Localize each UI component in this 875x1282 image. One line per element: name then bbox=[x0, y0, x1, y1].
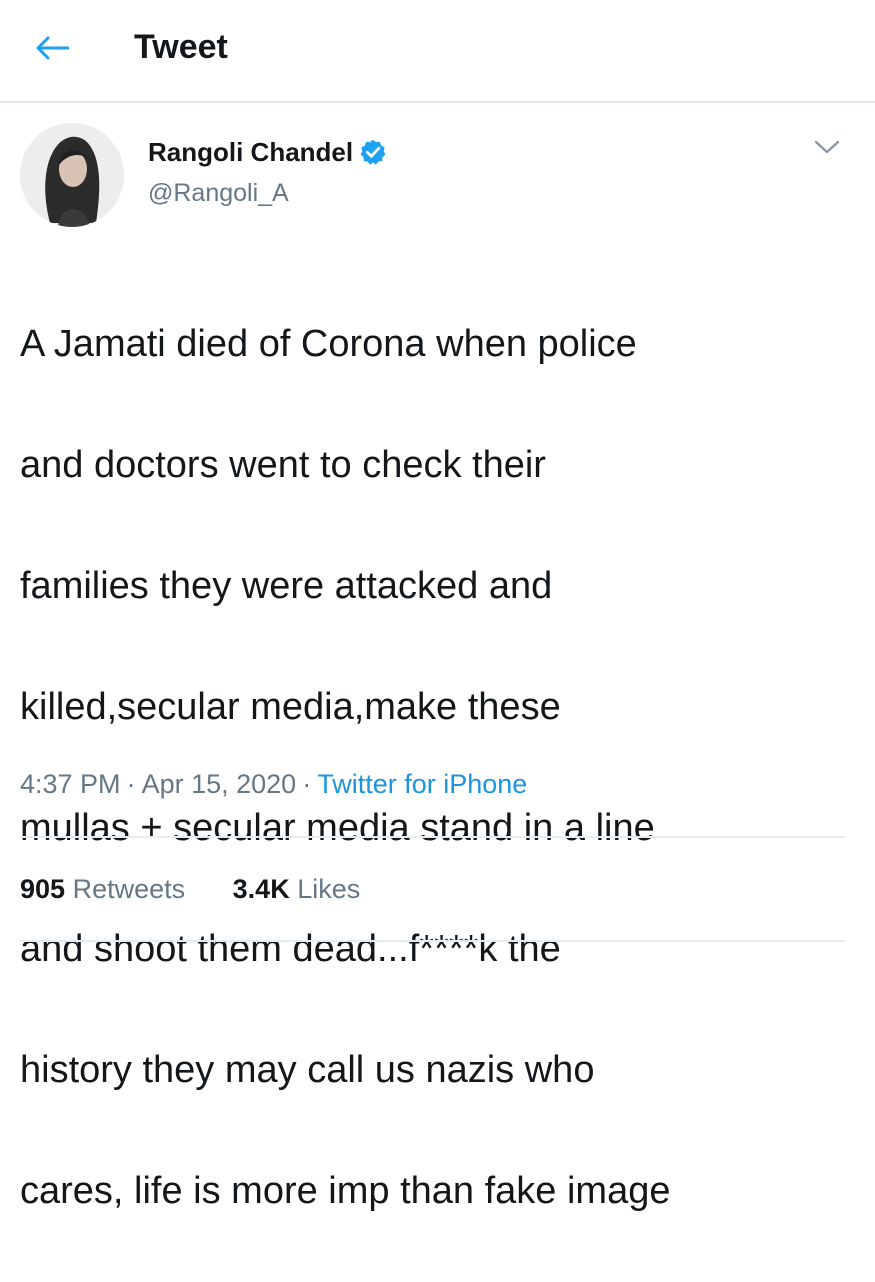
top-bar: Tweet bbox=[0, 0, 875, 103]
tweet-stats: 905 Retweets 3.4K Likes bbox=[20, 870, 360, 908]
retweets-stat[interactable]: 905 Retweets bbox=[20, 870, 185, 908]
meta-separator: · bbox=[302, 769, 312, 799]
divider bbox=[20, 940, 845, 942]
author-name-row: Rangoli Chandel bbox=[148, 134, 387, 170]
tweet-line: mullas + secular media stand in a line bbox=[20, 806, 655, 849]
tweet-line: A Jamati died of Corona when police bbox=[20, 322, 637, 365]
retweets-count: 905 bbox=[20, 874, 66, 904]
tweet-date[interactable]: Apr 15, 2020 bbox=[142, 769, 297, 799]
tweet-time[interactable]: 4:37 PM bbox=[20, 769, 121, 799]
chevron-down-icon bbox=[814, 140, 840, 154]
divider bbox=[20, 836, 845, 838]
tweet-menu-button[interactable] bbox=[810, 134, 844, 160]
tweet-line: history they may call us nazis who bbox=[20, 1048, 595, 1091]
author-name[interactable]: Rangoli Chandel bbox=[148, 134, 353, 170]
tweet-line: killed,secular media,make these bbox=[20, 685, 561, 728]
likes-stat[interactable]: 3.4K Likes bbox=[233, 870, 361, 908]
likes-label: Likes bbox=[297, 874, 361, 904]
arrow-left-icon bbox=[36, 36, 69, 60]
author-handle[interactable]: @Rangoli_A bbox=[148, 175, 289, 211]
tweet-meta: 4:37 PM · Apr 15, 2020 · Twitter for iPhone bbox=[20, 765, 527, 803]
tweet-line: and shoot them dead...f****k the bbox=[20, 927, 561, 970]
tweet-line: cares, life is more imp than fake image bbox=[20, 1169, 671, 1212]
tweet-source-link[interactable]: Twitter for iPhone bbox=[317, 769, 527, 799]
likes-count: 3.4K bbox=[232, 874, 290, 904]
tweet-line: families they were attacked and bbox=[20, 564, 553, 607]
verified-badge-icon bbox=[360, 139, 386, 165]
page-title: Tweet bbox=[134, 28, 228, 66]
back-button[interactable] bbox=[28, 28, 76, 68]
tweet-line: and doctors went to check their bbox=[20, 443, 546, 486]
avatar[interactable] bbox=[20, 123, 124, 227]
meta-separator: · bbox=[126, 769, 136, 799]
profile-photo bbox=[20, 123, 124, 227]
retweets-label: Retweets bbox=[72, 874, 186, 904]
